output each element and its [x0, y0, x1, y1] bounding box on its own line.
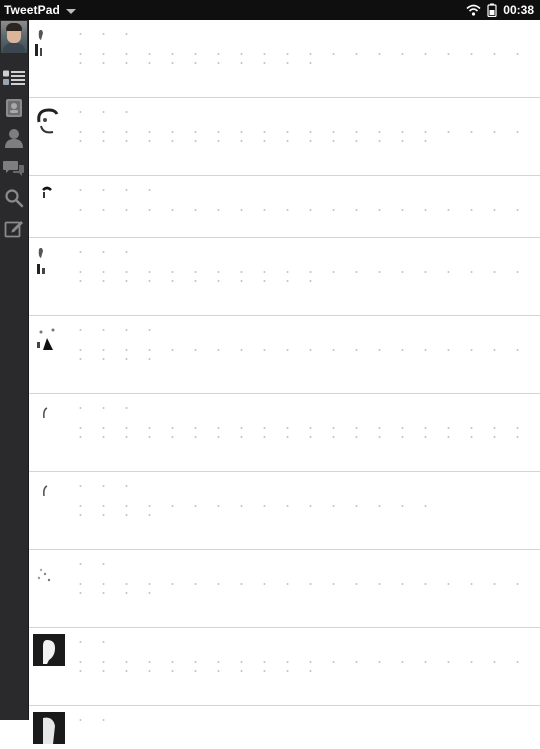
author-name[interactable]: [69, 29, 139, 39]
tweet-text-line: [69, 358, 152, 360]
tweet-text-line: [69, 349, 529, 351]
person-icon: [4, 128, 24, 148]
author-avatar[interactable]: [33, 244, 65, 276]
author-avatar[interactable]: [33, 400, 65, 432]
tweet-item[interactable]: [29, 238, 540, 316]
tweet-text-line: [69, 514, 152, 516]
author-name-placeholder: [69, 563, 119, 565]
tweet-item[interactable]: [29, 316, 540, 394]
author-name-placeholder: [69, 407, 129, 409]
author-name-placeholder: [69, 719, 109, 721]
author-name[interactable]: [69, 247, 139, 257]
author-name[interactable]: [69, 559, 119, 569]
tweet-text-line: [69, 280, 322, 282]
tweet-text: [69, 420, 529, 464]
author-avatar[interactable]: [33, 26, 65, 58]
timeline-button[interactable]: [2, 66, 26, 90]
status-indicators: 00:38: [466, 0, 534, 20]
sidebar: [0, 20, 29, 720]
author-avatar[interactable]: [33, 322, 65, 354]
tweet-text: [69, 654, 529, 698]
wifi-icon: [466, 4, 481, 16]
avatar-shirt: [3, 43, 25, 53]
messages-button[interactable]: [2, 96, 26, 120]
tweet-text: [69, 342, 529, 386]
author-name[interactable]: [69, 185, 159, 195]
tweet-text-line: [69, 670, 322, 672]
tweet-item[interactable]: [29, 394, 540, 472]
author-name-placeholder: [69, 251, 139, 253]
author-name[interactable]: [69, 107, 129, 117]
tweet-text: [69, 498, 529, 542]
profile-button[interactable]: [2, 126, 26, 150]
tweet-text-line: [69, 131, 529, 133]
compose-button[interactable]: [2, 216, 26, 240]
tweet-text-line: [69, 209, 529, 211]
chat-bubbles-icon: [3, 159, 25, 177]
author-name-placeholder: [69, 111, 129, 113]
tweet-text: [69, 46, 529, 90]
tweet-item[interactable]: [29, 472, 540, 550]
tweet-item[interactable]: [29, 550, 540, 628]
tweet-text-line: [69, 62, 322, 64]
tweet-text: [69, 264, 529, 308]
author-name-placeholder: [69, 189, 159, 191]
author-name[interactable]: [69, 715, 109, 725]
tweet-text-line: [69, 271, 529, 273]
avatar-hair: [6, 23, 22, 31]
author-avatar[interactable]: [33, 478, 65, 510]
author-avatar[interactable]: [33, 104, 65, 136]
chevron-down-icon: [65, 8, 76, 14]
tweet-item[interactable]: [29, 628, 540, 706]
tweet-item[interactable]: [29, 98, 540, 176]
user-avatar[interactable]: [1, 21, 27, 53]
author-name-placeholder: [69, 329, 169, 331]
status-bar: TweetPad 00:38: [0, 0, 540, 20]
tweet-text: [69, 576, 529, 620]
tweet-text-line: [69, 140, 437, 142]
author-avatar[interactable]: [33, 634, 65, 666]
battery-icon: [487, 3, 497, 17]
tweet-item[interactable]: [29, 20, 540, 98]
author-name-placeholder: [69, 641, 109, 643]
author-avatar[interactable]: [33, 182, 65, 214]
search-icon: [4, 188, 24, 208]
tweet-text: [69, 124, 529, 168]
tweet-item[interactable]: [29, 176, 540, 238]
tweet-text-line: [69, 661, 529, 663]
tweet-text-line: [69, 427, 529, 429]
search-button[interactable]: [2, 186, 26, 210]
tweet-timeline[interactable]: [29, 20, 540, 746]
author-avatar[interactable]: [33, 556, 65, 588]
author-name[interactable]: [69, 481, 129, 491]
compose-icon: [4, 218, 24, 238]
tweet-text-line: [69, 53, 529, 55]
tweet-text-line: [69, 592, 152, 594]
tweet-text-line: [69, 505, 437, 507]
list-icon: [3, 70, 25, 86]
app-menu-button[interactable]: TweetPad: [0, 0, 76, 20]
direct-messages-button[interactable]: [2, 156, 26, 180]
author-avatar[interactable]: [33, 712, 65, 744]
tweet-item[interactable]: [29, 706, 540, 746]
author-name-placeholder: [69, 485, 129, 487]
tweet-text: [69, 202, 529, 230]
author-name[interactable]: [69, 637, 109, 647]
author-name-placeholder: [69, 33, 139, 35]
tweet-text-line: [69, 583, 529, 585]
contact-card-icon: [5, 98, 23, 118]
app-title: TweetPad: [4, 3, 60, 17]
author-name[interactable]: [69, 403, 129, 413]
clock: 00:38: [503, 3, 534, 17]
tweet-text-line: [69, 436, 529, 438]
author-name[interactable]: [69, 325, 169, 335]
